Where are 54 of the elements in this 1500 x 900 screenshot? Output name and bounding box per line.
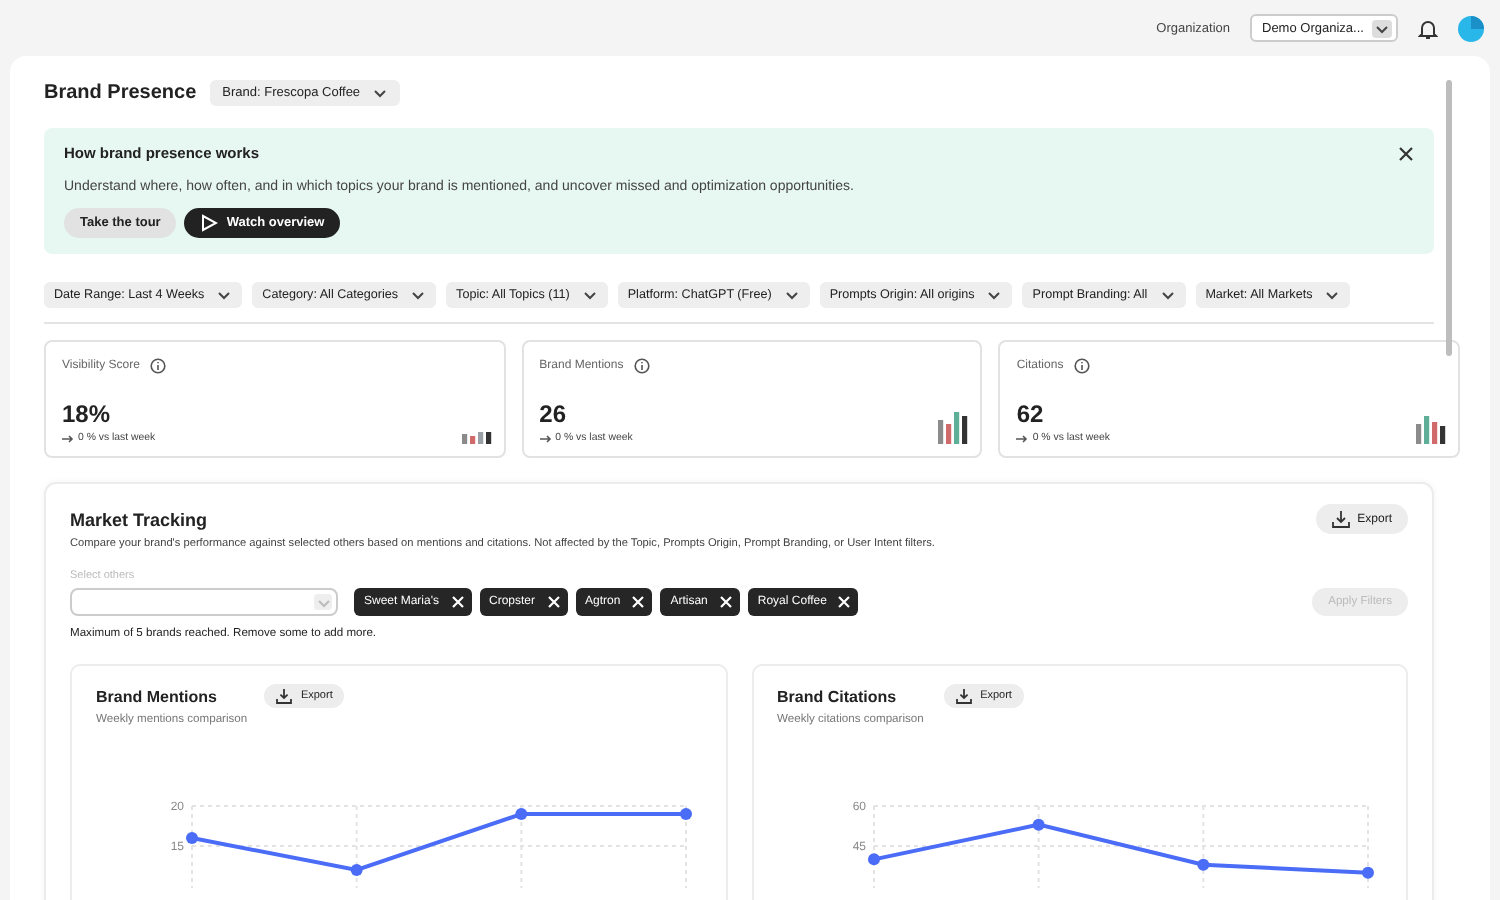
data-point xyxy=(867,853,879,866)
chevron-down-icon xyxy=(1159,288,1176,302)
chart-title: Brand Mentions xyxy=(96,687,217,705)
chevron-down-icon xyxy=(986,288,1003,302)
close-icon xyxy=(632,596,645,608)
remove-button[interactable] xyxy=(719,596,732,608)
data-point xyxy=(1031,818,1044,831)
arrow-right-icon xyxy=(539,433,552,443)
data-point xyxy=(350,864,363,876)
chevron-down-icon xyxy=(783,288,800,302)
remove-button[interactable] xyxy=(838,596,851,608)
data-point xyxy=(680,808,692,820)
remove-button[interactable] xyxy=(547,596,560,608)
close-icon xyxy=(838,596,851,608)
data-point xyxy=(186,832,198,844)
close-icon xyxy=(547,596,560,608)
chevron-down-icon xyxy=(1374,21,1390,35)
data-point xyxy=(1196,858,1209,871)
bar-chart-icon xyxy=(461,432,492,444)
chevron-down-icon xyxy=(1324,288,1341,302)
close-icon xyxy=(451,596,463,608)
page-title: Brand Presence xyxy=(44,81,197,103)
scrollbar[interactable] xyxy=(1446,80,1452,356)
bell-icon xyxy=(1418,17,1438,39)
close-icon xyxy=(1398,145,1414,161)
download-icon xyxy=(956,688,973,704)
chevron-down-icon xyxy=(315,595,331,609)
close-icon xyxy=(719,596,732,608)
data-point xyxy=(515,808,528,820)
chart-title: Brand Citations xyxy=(777,687,897,705)
section-title: Market Tracking xyxy=(70,509,208,529)
bar-chart-icon xyxy=(938,412,969,444)
chevron-down-icon xyxy=(410,288,427,302)
metric-value: 18% xyxy=(62,400,113,428)
download-icon xyxy=(276,688,293,704)
data-point xyxy=(1361,866,1373,879)
select-field[interactable] xyxy=(70,588,338,616)
play-icon xyxy=(200,214,219,232)
info-icon xyxy=(633,358,650,374)
info-icon xyxy=(1073,358,1090,374)
remove-button[interactable] xyxy=(451,596,463,608)
download-icon xyxy=(1331,510,1350,528)
avatar-icon xyxy=(1458,15,1484,41)
chevron-down-icon xyxy=(372,85,389,99)
chevron-down-icon xyxy=(581,288,598,302)
bar-chart-icon xyxy=(1416,416,1447,444)
metric-value: 62 xyxy=(1016,400,1046,428)
close-button[interactable] xyxy=(1398,145,1414,161)
remove-button[interactable] xyxy=(632,596,645,608)
arrow-right-icon xyxy=(1016,433,1029,443)
arrow-right-icon xyxy=(62,433,74,443)
info-icon xyxy=(149,358,166,374)
metric-value: 26 xyxy=(539,400,569,428)
chevron-down-icon xyxy=(216,288,233,302)
